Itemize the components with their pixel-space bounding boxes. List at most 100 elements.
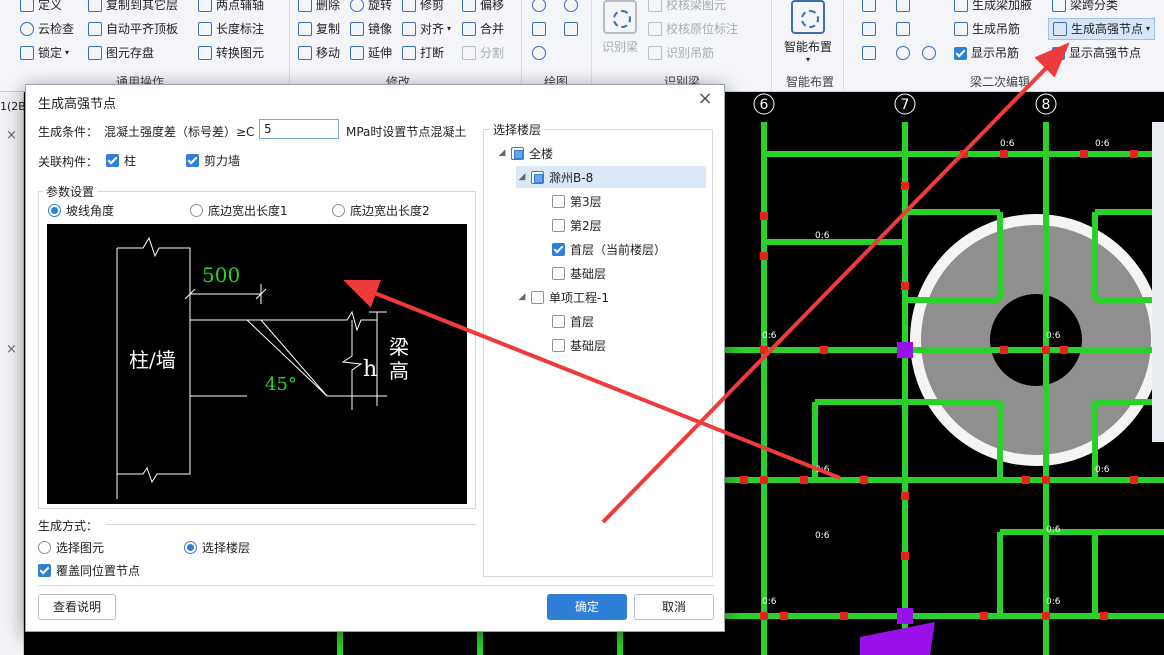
group-label-smart: 智能布置 bbox=[786, 75, 835, 89]
ok-button[interactable]: 确定 bbox=[547, 594, 627, 620]
draw-line-button[interactable] bbox=[532, 18, 550, 40]
beam-span-classify-button[interactable]: 梁跨分类 bbox=[1052, 0, 1118, 16]
tool-g-button[interactable] bbox=[922, 42, 940, 64]
draw-circle-button[interactable] bbox=[564, 0, 582, 16]
svg-text:0:6: 0:6 bbox=[762, 331, 777, 341]
group-label-beam-edit: 梁二次编辑 bbox=[970, 75, 1031, 89]
tool-a-button[interactable] bbox=[862, 0, 880, 16]
checkbox-checked-icon bbox=[954, 46, 967, 60]
tool-f-button[interactable] bbox=[896, 42, 914, 64]
offset-button[interactable]: 偏移 bbox=[462, 0, 504, 16]
tool-e-button[interactable] bbox=[896, 18, 914, 40]
convert-icon bbox=[198, 46, 212, 60]
diagram-angle-45: 45° bbox=[265, 374, 297, 395]
related-shear-wall-checkbox[interactable]: 剪力墙 bbox=[186, 152, 240, 169]
smart-layout-button[interactable]: 智能布置 ▾ bbox=[778, 0, 838, 64]
tree-item-all[interactable]: ◢ 全楼 bbox=[496, 142, 553, 164]
mirror-button[interactable]: 镜像 bbox=[350, 18, 392, 40]
merge-button[interactable]: 合并 bbox=[462, 18, 504, 40]
gen-hanger-button[interactable]: 生成吊筋 bbox=[954, 18, 1020, 40]
copy-to-floor-button[interactable]: 复制到其它层 bbox=[88, 0, 178, 16]
check-icon bbox=[648, 0, 662, 12]
split-button[interactable]: 分割 bbox=[462, 42, 504, 64]
align-button[interactable]: 对齐 ▾ bbox=[402, 18, 451, 40]
tree-item-floor-2[interactable]: 第2层 bbox=[552, 214, 602, 236]
overwrite-nodes-checkbox[interactable]: 覆盖同位置节点 bbox=[38, 562, 140, 579]
cancel-button[interactable]: 取消 bbox=[634, 594, 714, 620]
draw-point-button[interactable] bbox=[532, 0, 550, 16]
circle-icon bbox=[564, 0, 578, 12]
copy-button[interactable]: 复制 bbox=[298, 18, 340, 40]
tree-item-project-2[interactable]: ◢ 单项工程-1 bbox=[516, 286, 609, 308]
save-element-button[interactable]: 图元存盘 bbox=[88, 42, 154, 64]
tree-item-floor-1-current[interactable]: 首层（当前楼层） bbox=[552, 238, 666, 260]
left-tab-label[interactable]: 1(2B bbox=[0, 100, 26, 113]
tree-item-base-floor[interactable]: 基础层 bbox=[552, 262, 606, 284]
tool-d-button[interactable] bbox=[896, 0, 914, 16]
mirror-icon bbox=[350, 22, 364, 36]
recognize-beam-button[interactable]: 识别梁 bbox=[598, 0, 642, 55]
rotate-button[interactable]: 旋转 bbox=[350, 0, 392, 16]
break-button[interactable]: 打断 bbox=[402, 42, 444, 64]
check-beam-element-button[interactable]: 校核梁图元 bbox=[648, 0, 726, 16]
check-original-mark-button[interactable]: 校核原位标注 bbox=[648, 18, 738, 40]
checkbox-empty-icon bbox=[552, 314, 565, 328]
radio-slope-angle[interactable]: 坡线角度 bbox=[48, 202, 114, 219]
tool-icon bbox=[896, 46, 910, 60]
tool-b-button[interactable] bbox=[862, 18, 880, 40]
radio-select-element[interactable]: 选择图元 bbox=[38, 539, 104, 556]
tree-item-floor-3[interactable]: 第3层 bbox=[552, 190, 602, 212]
draw-arc-button[interactable] bbox=[532, 42, 550, 64]
radio-select-floor[interactable]: 选择楼层 bbox=[184, 539, 250, 556]
close-icon[interactable]: × bbox=[6, 128, 17, 143]
svg-text:0:6: 0:6 bbox=[1046, 525, 1061, 535]
two-point-axis-button[interactable]: 两点辅轴 bbox=[198, 0, 264, 16]
gen-beam-haunch-button[interactable]: 生成梁加腋 bbox=[954, 0, 1032, 16]
gen-high-strength-node-button[interactable]: 生成高强节点 ▾ bbox=[1048, 18, 1156, 40]
radio-bottom-extend-2[interactable]: 底边宽出长度2 bbox=[332, 202, 430, 219]
view-help-button[interactable]: 查看说明 bbox=[38, 594, 116, 620]
tree-item-p2-base-floor[interactable]: 基础层 bbox=[552, 334, 606, 356]
ribbon-toolbar: 定义 云检查 锁定 ▾ 复制到其它层 自动平齐顶板 图元存盘 两点辅轴 长度标注 … bbox=[0, 0, 1164, 92]
collapse-arrow-icon: ◢ bbox=[498, 148, 506, 158]
dropdown-arrow-icon: ▾ bbox=[447, 24, 452, 33]
rectangle-icon bbox=[564, 22, 578, 36]
define-button[interactable]: 定义 bbox=[20, 0, 62, 16]
delete-button[interactable]: 删除 bbox=[298, 0, 340, 16]
show-high-strength-node-checkbox[interactable]: 显示高强节点 bbox=[1052, 42, 1141, 64]
draw-rect-button[interactable] bbox=[564, 18, 582, 40]
close-icon[interactable]: × bbox=[6, 342, 17, 357]
save-icon bbox=[88, 46, 102, 60]
tree-item-project-1[interactable]: ◢ 滁州B-8 bbox=[516, 166, 706, 188]
radio-empty-icon bbox=[38, 541, 51, 554]
ribbon-group-recognize: 识别梁 校核梁图元 校核原位标注 识别吊筋 识别梁 bbox=[592, 0, 772, 91]
tool-c-button[interactable] bbox=[862, 42, 880, 64]
checkbox-checked-icon bbox=[186, 154, 199, 167]
split-icon bbox=[462, 46, 476, 60]
recognize-hanger-button[interactable]: 识别吊筋 bbox=[648, 42, 714, 64]
trim-button[interactable]: 修剪 bbox=[402, 0, 444, 16]
convert-element-button[interactable]: 转换图元 bbox=[198, 42, 264, 64]
show-hanger-checkbox[interactable]: 显示吊筋 bbox=[954, 42, 1019, 64]
related-column-checkbox[interactable]: 柱 bbox=[106, 152, 136, 169]
radio-bottom-extend-1[interactable]: 底边宽出长度1 bbox=[190, 202, 288, 219]
cloud-check-button[interactable]: 云检查 bbox=[20, 18, 74, 40]
strength-diff-input[interactable] bbox=[259, 119, 339, 139]
checkbox-partial-icon bbox=[511, 146, 524, 160]
move-button[interactable]: 移动 bbox=[298, 42, 340, 64]
lock-button[interactable]: 锁定 ▾ bbox=[20, 42, 69, 64]
svg-text:0:6: 0:6 bbox=[1095, 465, 1110, 475]
generate-method-label: 生成方式： bbox=[38, 519, 99, 533]
dialog-close-icon[interactable]: × bbox=[696, 90, 714, 108]
auto-align-top-button[interactable]: 自动平齐顶板 bbox=[88, 18, 178, 40]
tree-item-p2-floor-1[interactable]: 首层 bbox=[552, 310, 594, 332]
svg-text:0:6: 0:6 bbox=[815, 465, 830, 475]
diagram-col-wall-label: 柱/墙 bbox=[129, 348, 176, 372]
diagram-h-label: h bbox=[363, 357, 377, 382]
svg-text:0:6: 0:6 bbox=[1046, 331, 1061, 341]
tool-icon bbox=[862, 46, 876, 60]
checkbox-empty-icon bbox=[552, 194, 565, 208]
extend-button[interactable]: 延伸 bbox=[350, 42, 392, 64]
length-dimension-button[interactable]: 长度标注 bbox=[198, 18, 264, 40]
node-icon bbox=[1053, 22, 1067, 36]
